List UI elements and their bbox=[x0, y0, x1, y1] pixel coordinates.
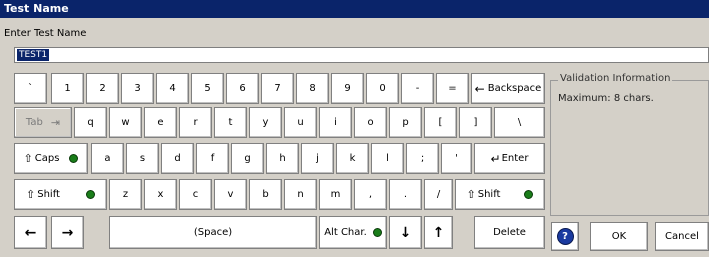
shift-right-label: Shift bbox=[477, 189, 501, 200]
key-x[interactable]: x bbox=[144, 179, 177, 210]
validation-text: Maximum: 8 chars. bbox=[558, 93, 654, 104]
key-k[interactable]: k bbox=[336, 143, 369, 174]
key-u[interactable]: u bbox=[284, 107, 317, 138]
shift-left-key[interactable]: ⇧ Shift bbox=[14, 179, 107, 210]
tab-label: Tab bbox=[25, 117, 43, 128]
alt-char-label: Alt Char. bbox=[324, 227, 367, 238]
backspace-label: Backspace bbox=[487, 83, 542, 94]
key-c[interactable]: c bbox=[179, 179, 212, 210]
arrow-left-icon: ← bbox=[24, 224, 37, 241]
key-b[interactable]: b bbox=[249, 179, 282, 210]
key-quote[interactable]: ' bbox=[441, 143, 472, 174]
alt-char-indicator-icon bbox=[372, 228, 382, 237]
key-e[interactable]: e bbox=[144, 107, 177, 138]
enter-arrow-icon: ↵ bbox=[490, 151, 501, 166]
key-d[interactable]: d bbox=[161, 143, 194, 174]
key-left-bracket[interactable]: [ bbox=[424, 107, 457, 138]
key-i[interactable]: i bbox=[319, 107, 352, 138]
help-icon: ? bbox=[556, 228, 574, 245]
key-y[interactable]: y bbox=[249, 107, 282, 138]
arrow-right-icon: → bbox=[61, 224, 74, 241]
key-8[interactable]: 8 bbox=[296, 73, 329, 104]
key-n[interactable]: n bbox=[284, 179, 317, 210]
key-backslash[interactable]: \ bbox=[494, 107, 545, 138]
key-1[interactable]: 1 bbox=[51, 73, 84, 104]
arrow-up-key[interactable]: ↑ bbox=[424, 216, 453, 249]
key-h[interactable]: h bbox=[266, 143, 299, 174]
key-3[interactable]: 3 bbox=[121, 73, 154, 104]
key-minus[interactable]: - bbox=[401, 73, 434, 104]
delete-key[interactable]: Delete bbox=[474, 216, 545, 249]
caps-lock-key[interactable]: ⇧ Caps bbox=[14, 143, 88, 174]
shift-left-indicator-icon bbox=[85, 190, 95, 199]
enter-label: Enter bbox=[501, 153, 529, 164]
key-s[interactable]: s bbox=[126, 143, 159, 174]
key-comma[interactable]: , bbox=[354, 179, 387, 210]
key-5[interactable]: 5 bbox=[191, 73, 224, 104]
key-j[interactable]: j bbox=[301, 143, 334, 174]
key-m[interactable]: m bbox=[319, 179, 352, 210]
shift-right-indicator-icon bbox=[524, 190, 534, 199]
arrow-up-icon: ↑ bbox=[432, 224, 445, 241]
key-p[interactable]: p bbox=[389, 107, 422, 138]
caps-label: Caps bbox=[34, 153, 60, 164]
key-equals[interactable]: = bbox=[436, 73, 469, 104]
caps-indicator-icon bbox=[69, 154, 79, 163]
key-right-bracket[interactable]: ] bbox=[459, 107, 492, 138]
key-9[interactable]: 9 bbox=[331, 73, 364, 104]
key-o[interactable]: o bbox=[354, 107, 387, 138]
key-v[interactable]: v bbox=[214, 179, 247, 210]
space-key[interactable]: (Space) bbox=[109, 216, 317, 249]
tab-icon: ⇥ bbox=[50, 116, 61, 129]
key-w[interactable]: w bbox=[109, 107, 142, 138]
key-t[interactable]: t bbox=[214, 107, 247, 138]
shift-right-arrow-icon: ⇧ bbox=[466, 188, 476, 201]
key-z[interactable]: z bbox=[109, 179, 142, 210]
arrow-left-key[interactable]: ← bbox=[14, 216, 47, 249]
key-7[interactable]: 7 bbox=[261, 73, 294, 104]
window-title: Test Name bbox=[0, 0, 709, 18]
key-6[interactable]: 6 bbox=[226, 73, 259, 104]
tab-key[interactable]: Tab ⇥ bbox=[14, 107, 72, 138]
enter-key[interactable]: ↵ Enter bbox=[474, 143, 545, 174]
key-0[interactable]: 0 bbox=[366, 73, 399, 104]
key-g[interactable]: g bbox=[231, 143, 264, 174]
key-2[interactable]: 2 bbox=[86, 73, 119, 104]
help-button[interactable]: ? bbox=[551, 222, 579, 251]
key-semicolon[interactable]: ; bbox=[406, 143, 439, 174]
arrow-down-icon: ↓ bbox=[399, 224, 412, 241]
key-slash[interactable]: / bbox=[424, 179, 453, 210]
key-q[interactable]: q bbox=[74, 107, 107, 138]
key-f[interactable]: f bbox=[196, 143, 229, 174]
key-a[interactable]: a bbox=[91, 143, 124, 174]
input-value: TEST1 bbox=[17, 49, 50, 61]
shift-right-key[interactable]: ⇧ Shift bbox=[455, 179, 545, 210]
arrow-right-key[interactable]: → bbox=[51, 216, 84, 249]
key-r[interactable]: r bbox=[179, 107, 212, 138]
ok-button[interactable]: OK bbox=[590, 222, 648, 251]
validation-title: Validation Information bbox=[558, 73, 673, 84]
key-period[interactable]: . bbox=[389, 179, 422, 210]
arrow-down-key[interactable]: ↓ bbox=[389, 216, 422, 249]
cancel-button[interactable]: Cancel bbox=[655, 222, 709, 251]
shift-left-arrow-icon: ⇧ bbox=[26, 188, 36, 201]
alt-char-key[interactable]: Alt Char. bbox=[319, 216, 387, 249]
caps-arrow-icon: ⇧ bbox=[23, 152, 33, 165]
shift-left-label: Shift bbox=[37, 189, 60, 200]
test-name-input[interactable]: TEST1 bbox=[14, 47, 709, 63]
key-backtick[interactable]: ` bbox=[14, 73, 47, 104]
key-l[interactable]: l bbox=[371, 143, 404, 174]
arrow-left-icon: ← bbox=[474, 81, 485, 96]
key-4[interactable]: 4 bbox=[156, 73, 189, 104]
backspace-key[interactable]: ← Backspace bbox=[471, 73, 545, 104]
prompt-label: Enter Test Name bbox=[4, 28, 87, 39]
